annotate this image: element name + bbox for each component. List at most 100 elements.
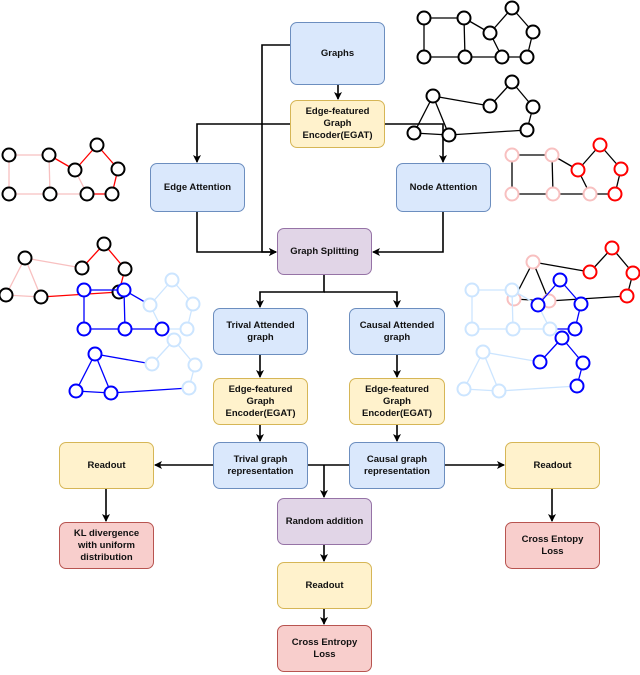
graph-node [187,357,203,373]
readout-bottom-box: Readout [277,562,372,609]
graph-node [545,186,561,202]
graph-node [166,332,182,348]
graph-node [117,321,133,337]
graph-node [441,127,457,143]
graph-node [552,272,568,288]
egat-left-box: Edge-featured Graph Encoder(EGAT) [213,378,308,425]
graph-node [504,74,520,90]
graph-edge [110,387,190,394]
causal-rep-box: Causal graph representation [349,442,445,489]
cross-entropy-bottom-box: Cross Entropy Loss [277,625,372,672]
graph-node [554,330,570,346]
graph-node [525,254,541,270]
egat-top-box: Edge-featured Graph Encoder(EGAT) [290,100,385,148]
graph-node [103,385,119,401]
graph-node [625,265,640,281]
causal-graph-a [464,272,589,337]
causal-attended-box: Causal Attended graph [349,308,445,355]
trival-graph-b [68,332,203,401]
graph-node [42,186,58,202]
graph-node [456,381,472,397]
graph-node [154,321,170,337]
graph-node [542,321,558,337]
graph-node [89,137,105,153]
node-attention-graph-a [504,137,629,202]
graph-node [406,125,422,141]
graph-node [482,25,498,41]
graph-node [456,10,472,26]
graph-node [519,49,535,65]
graph-node [567,321,583,337]
trival-rep-box: Trival graph representation [213,442,308,489]
graph-node [525,24,541,40]
trival-graph-a [76,272,201,337]
graph-node [569,378,585,394]
graph-node [504,147,520,163]
graph-node [494,49,510,65]
graph-node [604,240,620,256]
graph-node [425,88,441,104]
arrow-graphs-to-splitting [261,44,290,256]
readout-right-box: Readout [505,442,600,489]
graph-node [164,272,180,288]
input-graph-b [406,74,541,143]
graph-node [416,10,432,26]
input-graph-a [416,0,541,65]
graph-node [613,161,629,177]
graph-node [464,321,480,337]
graph-node [416,49,432,65]
graph-node [1,186,17,202]
arrow-splitting-to-trival [256,275,325,308]
graph-node [67,162,83,178]
node-attention-graph-b [506,240,640,309]
graph-edge [94,353,153,365]
graph-node [33,289,49,305]
graph-node [104,186,120,202]
graph-node [504,186,520,202]
graph-node [181,380,197,396]
graph-node [74,260,90,276]
trival-attended-box: Trival Attended graph [213,308,308,355]
graph-node [573,296,589,312]
graph-node [0,287,14,303]
graph-edge [498,385,578,392]
graph-edge [482,351,541,363]
graph-node [110,161,126,177]
graph-node [505,321,521,337]
graph-splitting-box: Graph Splitting [277,228,372,275]
graph-node [530,297,546,313]
graph-node [544,147,560,163]
graph-node [619,288,635,304]
arrow-edge-attention-to-splitting [196,212,277,256]
graph-node [76,321,92,337]
graph-node [575,355,591,371]
graph-node [504,282,520,298]
arrow-egat-to-edge-attention [193,123,290,163]
graph-node [570,162,586,178]
edge-attention-graph-b [0,236,133,305]
kl-divergence-box: KL divergence with uniform distribution [59,522,154,569]
graph-node [464,282,480,298]
graph-edge [548,295,628,302]
edge-attention-box: Edge Attention [150,163,245,212]
graph-node [1,147,17,163]
graph-node [582,264,598,280]
cross-entopy-right-box: Cross Entopy Loss [505,522,600,569]
graph-node [17,250,33,266]
graph-node [68,383,84,399]
diagram-canvas: Graphs Edge-featured Graph Encoder(EGAT)… [0,0,640,675]
graph-node [185,296,201,312]
causal-graph-b [456,330,591,399]
graph-edge [532,261,591,273]
graph-node [79,186,95,202]
graph-edge [448,129,528,136]
graph-node [532,354,548,370]
graph-node [607,186,623,202]
graph-node [482,98,498,114]
node-attention-box: Node Attention [396,163,491,212]
graph-node [504,0,520,16]
graph-node [457,49,473,65]
random-addition-box: Random addition [277,498,372,545]
graph-node [144,356,160,372]
graph-node [87,346,103,362]
